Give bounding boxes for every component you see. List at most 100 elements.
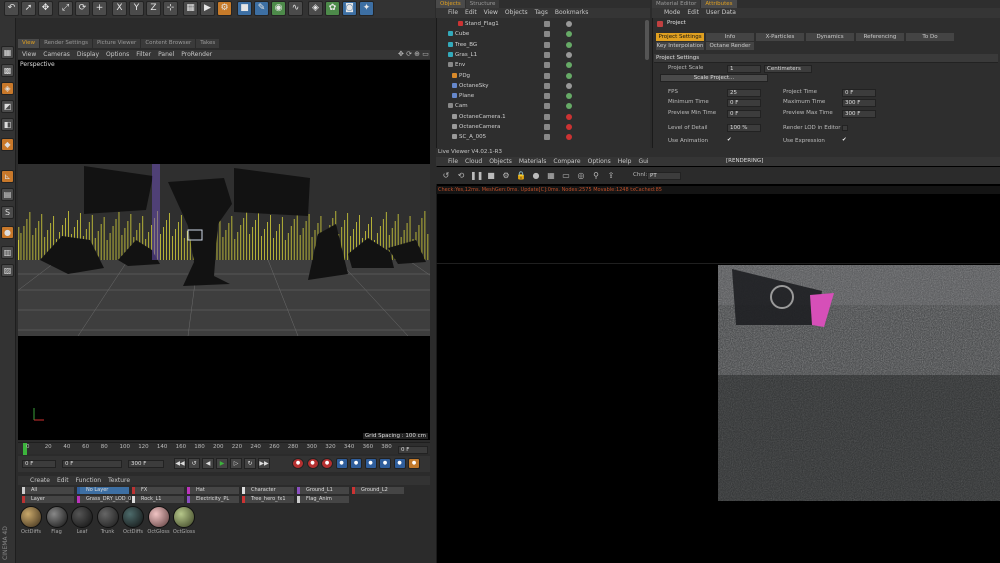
grid-icon[interactable]: ▦ bbox=[545, 170, 557, 182]
object-visibility-icon[interactable] bbox=[544, 103, 550, 110]
texture-tool-icon[interactable]: ◩ bbox=[1, 100, 14, 113]
viewport-tab-0[interactable]: View bbox=[18, 39, 40, 48]
object-visibility-icon[interactable] bbox=[544, 62, 550, 69]
viewport-menu-item-3[interactable]: Options bbox=[106, 50, 129, 59]
layer-row1-4[interactable]: Character bbox=[242, 487, 294, 494]
object-item[interactable]: Plane bbox=[444, 92, 474, 100]
cube-tool-icon[interactable]: ▦ bbox=[1, 46, 14, 59]
light-icon[interactable]: ✦ bbox=[359, 1, 374, 16]
object-visibility-icon[interactable] bbox=[544, 51, 550, 58]
material-swatch[interactable] bbox=[45, 506, 68, 528]
coord-icon[interactable]: ⊹ bbox=[163, 1, 178, 16]
layer-row2-2[interactable]: Rock_L1 bbox=[132, 496, 184, 503]
max-time-field[interactable]: 300 F bbox=[842, 99, 876, 107]
sphere-icon[interactable]: ● bbox=[530, 170, 542, 182]
material-menu-item-2[interactable]: Function bbox=[76, 476, 102, 485]
material-swatch[interactable] bbox=[71, 506, 93, 528]
reload-icon[interactable]: ↺ bbox=[440, 170, 452, 182]
object-visibility-icon[interactable] bbox=[544, 124, 550, 130]
min-time-field[interactable]: 0 F bbox=[727, 99, 761, 107]
object-tag-icon[interactable] bbox=[566, 51, 572, 58]
layer-row1-6[interactable]: Ground_L2 bbox=[352, 487, 404, 494]
live-viewer-menu-item-2[interactable]: Objects bbox=[489, 157, 512, 166]
live-viewer-menu-item-4[interactable]: Compare bbox=[553, 157, 580, 166]
live-viewer-menu-item-6[interactable]: Help bbox=[618, 157, 632, 166]
objects-menu-item-2[interactable]: View bbox=[484, 8, 498, 17]
object-tag-icon[interactable] bbox=[566, 124, 572, 130]
layer-row1-2[interactable]: FX bbox=[132, 487, 184, 494]
range-start-field[interactable]: 0 F bbox=[62, 460, 122, 468]
pen-icon[interactable]: ✎ bbox=[254, 1, 269, 16]
render-icon[interactable]: ▶ bbox=[200, 1, 215, 16]
object-tool-icon[interactable]: ◧ bbox=[1, 118, 14, 131]
objects-menu-item-5[interactable]: Bookmarks bbox=[555, 8, 589, 17]
material-menu-item-0[interactable]: Create bbox=[30, 476, 50, 485]
axis-y-icon[interactable]: Y bbox=[129, 1, 144, 16]
go-start-icon[interactable]: ◀◀ bbox=[174, 458, 186, 469]
attr-tab[interactable]: Dynamics bbox=[806, 33, 854, 41]
attr-tab[interactable]: Project Settings bbox=[656, 33, 704, 41]
object-visibility-icon[interactable] bbox=[544, 113, 550, 120]
material-swatch[interactable] bbox=[96, 506, 119, 528]
paint-tool-icon[interactable]: ◆ bbox=[1, 138, 14, 151]
render-settings-icon[interactable]: ⚙ bbox=[217, 1, 232, 16]
attr-tab[interactable]: Referencing bbox=[856, 33, 904, 41]
attr-tab[interactable]: To Do bbox=[906, 33, 954, 41]
solo-tool-icon[interactable]: S bbox=[1, 206, 14, 219]
scale-icon[interactable]: ⤢ bbox=[58, 1, 73, 16]
record-icon[interactable]: ● bbox=[292, 458, 304, 469]
end-frame-field[interactable]: 0 F bbox=[398, 446, 428, 454]
stop-icon[interactable]: ■ bbox=[485, 170, 497, 182]
pla-key-icon[interactable]: ● bbox=[393, 458, 406, 469]
material-swatch[interactable] bbox=[147, 506, 170, 528]
pick-icon[interactable]: ⚲ bbox=[590, 170, 602, 182]
param-key-icon[interactable]: ● bbox=[379, 458, 391, 469]
object-visibility-icon[interactable] bbox=[544, 72, 550, 79]
lock-tool-icon[interactable]: ▨ bbox=[1, 264, 14, 277]
key-sel-icon[interactable]: ● bbox=[321, 458, 333, 469]
project-scale-unit-select[interactable]: Centimeters bbox=[764, 65, 812, 73]
fps-field[interactable]: 25 bbox=[727, 89, 761, 97]
live-viewer-menu-item-5[interactable]: Options bbox=[588, 157, 611, 166]
object-item[interactable]: Cam bbox=[444, 102, 468, 110]
auto-key-icon[interactable]: ● bbox=[306, 458, 319, 469]
use-animation-checkbox[interactable]: ✔ bbox=[727, 137, 732, 144]
layer-row1-0[interactable]: All bbox=[22, 487, 74, 494]
move-icon[interactable]: ✥ bbox=[38, 1, 53, 16]
axis-x-icon[interactable]: X bbox=[112, 1, 127, 16]
render-view-icon[interactable]: ▦ bbox=[183, 1, 198, 16]
subdivide-icon[interactable]: ◉ bbox=[271, 1, 286, 16]
grid-tool-icon[interactable]: ▤ bbox=[1, 188, 14, 201]
scale-project-button[interactable]: Scale Project... bbox=[660, 74, 768, 82]
move-key-icon[interactable]: ● bbox=[335, 458, 348, 469]
live-viewer-menu-item-3[interactable]: Materials bbox=[519, 157, 547, 166]
layer-row2-4[interactable]: Tree_hero_fx1 bbox=[242, 496, 294, 503]
attr-tab[interactable]: Info bbox=[706, 33, 754, 41]
region-icon[interactable]: ▭ bbox=[560, 170, 572, 182]
snap-tool-icon[interactable]: ⊾ bbox=[1, 170, 14, 183]
render-output[interactable] bbox=[718, 265, 1000, 501]
pointer-icon[interactable]: ➚ bbox=[21, 1, 36, 16]
scene-icon[interactable]: ✿ bbox=[325, 1, 340, 16]
current-frame-field[interactable]: 0 F bbox=[22, 460, 56, 468]
layer-row2-3[interactable]: Electricity_PL bbox=[187, 496, 239, 503]
layer-tool-icon[interactable]: ◈ bbox=[1, 82, 14, 95]
live-viewer-menu-item-7[interactable]: Gui bbox=[638, 157, 648, 166]
objects-menu-item-4[interactable]: Tags bbox=[535, 8, 548, 17]
viewport-menu-item-6[interactable]: ProRender bbox=[181, 50, 212, 59]
object-visibility-icon[interactable] bbox=[544, 31, 550, 38]
objects-scrollbar[interactable] bbox=[645, 20, 649, 60]
layer-row1-1[interactable]: No Layer bbox=[77, 487, 129, 494]
live-viewer-menu-item-0[interactable]: File bbox=[448, 157, 458, 166]
viewport-menu-item-2[interactable]: Display bbox=[77, 50, 99, 59]
render-lod-checkbox[interactable] bbox=[842, 125, 848, 131]
object-item[interactable]: Stand_Flag1 bbox=[444, 20, 499, 28]
object-tag-icon[interactable] bbox=[566, 82, 572, 89]
object-item[interactable]: OctaneCamera bbox=[444, 123, 500, 131]
channel-select[interactable]: PT bbox=[647, 172, 681, 180]
object-tag-icon[interactable] bbox=[566, 41, 572, 48]
timeline-ruler[interactable]: 0 20 40 60 80 100 120 140 160 180 200 220 240 260 280 3… bbox=[18, 442, 430, 455]
rotate-icon[interactable]: ⟳ bbox=[75, 1, 90, 16]
restart-icon[interactable]: ⟲ bbox=[455, 170, 467, 182]
project-time-field[interactable]: 0 F bbox=[842, 89, 876, 97]
